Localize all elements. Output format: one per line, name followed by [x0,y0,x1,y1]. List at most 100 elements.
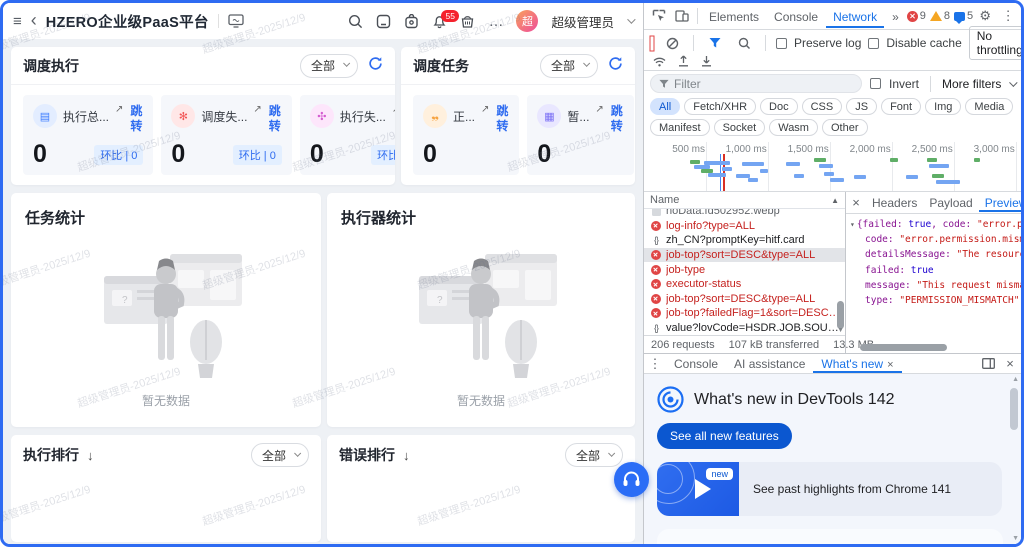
tab-console[interactable]: Console [767,5,825,28]
inspect-element-icon[interactable] [648,6,670,26]
chip-fetch-xhr[interactable]: Fetch/XHR [684,98,756,115]
user-menu-chevron-icon[interactable] [627,15,635,23]
drawer-tab-whats-new[interactable]: What's new× [813,354,901,373]
close-tab-icon[interactable]: × [887,359,893,371]
chip-manifest[interactable]: Manifest [650,119,710,136]
scroll-down-icon[interactable]: ▼ [1012,535,1019,542]
assistant-float-button[interactable] [614,462,649,497]
past-highlights-card[interactable]: new See past highlights from Chrome 141 [657,462,1002,516]
scroll-down-icon[interactable]: ▼ [837,327,844,334]
device-toolbar-icon[interactable] [671,6,693,26]
tab-network[interactable]: Network [826,5,884,28]
scope-select[interactable]: 全部 [251,443,309,467]
hamburger-menu-icon[interactable]: ≡ [13,14,22,29]
request-row[interactable]: {} zh_CN?promptKey=hitf.card [644,233,845,248]
request-row-selected[interactable]: job-top?sort=DESC&type=ALL [644,248,845,263]
more-actions-icon[interactable]: … [488,14,503,29]
chip-all[interactable]: All [650,98,680,115]
tab-headers[interactable]: Headers [866,193,923,212]
network-conditions-icon[interactable] [653,54,666,72]
request-row[interactable]: {} value?lovCode=HSDR.JOB.SOURCE.TYPE [644,321,845,335]
close-drawer-icon[interactable]: × [999,354,1021,374]
sort-down-icon[interactable]: ↓ [87,448,94,463]
drawer-tab-console[interactable]: Console [666,354,726,373]
disable-cache-checkbox[interactable] [868,38,879,49]
error-count[interactable]: 9 [907,10,926,22]
jump-link[interactable]: 跳转 [495,104,509,134]
drawer-scrollbar[interactable]: ▲ ▼ [1010,378,1019,540]
scope-select[interactable]: 全部 [300,54,358,78]
close-devtools-icon[interactable]: × [1020,6,1024,26]
back-chevron-icon[interactable]: ‹ [31,11,37,29]
search-network-icon[interactable] [733,33,755,53]
drawer-scroll-thumb[interactable] [1010,388,1018,430]
drawer-tab-bar: ⋮ Console AI assistance What's new× × [644,354,1021,374]
jump-link[interactable]: 跳转 [129,104,143,134]
filter-funnel-icon[interactable] [704,33,726,53]
request-row[interactable]: noData.fd502952.webp [644,209,845,219]
more-tabs-icon[interactable]: » [885,5,906,28]
throttling-select[interactable]: No throttling [969,26,1024,60]
devtools-menu-icon[interactable]: ⋮ [997,6,1019,26]
more-filters-label[interactable]: More filters [942,77,1001,91]
chip-wasm[interactable]: Wasm [769,119,818,136]
sort-down-icon[interactable]: ↓ [403,448,410,463]
notifications-bell-icon[interactable]: 55 [432,14,447,29]
settings-gear-icon[interactable]: ⚙ [974,6,996,26]
name-column-header[interactable]: Name ▲ [644,192,845,209]
tab-preview[interactable]: Preview [979,193,1024,212]
clear-network-log-icon[interactable] [661,33,683,53]
scope-select[interactable]: 全部 [540,54,598,78]
chip-font[interactable]: Font [881,98,921,115]
stat-value: 0 [171,142,185,167]
import-har-icon[interactable] [678,54,689,72]
see-all-features-button[interactable]: See all new features [657,423,792,449]
chip-other[interactable]: Other [822,119,868,136]
json-preview[interactable]: ▾{failed: true, code: "error.permission.… [846,214,1021,353]
request-row[interactable]: job-type [644,262,845,277]
backpack-icon[interactable] [404,14,419,29]
json-root-line[interactable]: ▾{failed: true, code: "error.permission.… [850,217,1019,232]
workbench-icon[interactable] [376,14,391,29]
request-row[interactable]: job-top?failedFlag=1&sort=DESC&typ... [644,306,845,321]
scroll-up-icon[interactable]: ▲ [1012,376,1019,383]
feature-article-link[interactable]: Full stack trace AI agent in Performance… [671,542,956,544]
chip-doc[interactable]: Doc [760,98,798,115]
chip-css[interactable]: CSS [802,98,843,115]
close-detail-icon[interactable]: × [846,193,866,213]
chip-media[interactable]: Media [965,98,1013,115]
search-icon[interactable] [348,14,363,29]
chip-img[interactable]: Img [925,98,961,115]
drawer-tab-ai-assistance[interactable]: AI assistance [726,354,813,373]
jump-link[interactable]: 跳转 [610,104,624,134]
request-list-scrollbar[interactable] [837,301,844,329]
request-row[interactable]: log-info?type=ALL [644,219,845,234]
network-overview-timeline[interactable]: 500 ms 1,000 ms 1,500 ms 2,000 ms 2,500 … [644,142,1021,192]
drawer-menu-icon[interactable]: ⋮ [644,354,666,374]
tab-payload[interactable]: Payload [923,193,978,212]
chip-socket[interactable]: Socket [714,119,766,136]
issue-badges: 9 8 5 [907,10,973,22]
preview-hscrollbar[interactable] [856,344,1011,351]
preserve-log-checkbox[interactable] [776,38,787,49]
scope-select[interactable]: 全部 [565,443,623,467]
request-row[interactable]: job-top?sort=DESC&type=ALL [644,292,845,307]
stat-label: 暂... [567,108,589,125]
filter-input[interactable] [674,77,834,91]
split-panel-icon[interactable] [977,354,999,374]
basket-icon[interactable] [460,14,475,29]
invert-checkbox[interactable] [870,78,881,89]
user-avatar[interactable]: 超 [516,10,538,32]
jump-link[interactable]: 跳转 [268,104,282,134]
issues-count[interactable]: 5 [954,10,973,22]
warning-count[interactable]: 8 [930,10,950,22]
timeline-tick: 1,000 ms [726,144,767,155]
refresh-icon[interactable] [368,56,383,76]
request-row[interactable]: executor-status [644,277,845,292]
refresh-icon[interactable] [608,56,623,76]
tab-elements[interactable]: Elements [702,5,766,28]
monitor-icon[interactable] [228,14,244,28]
export-har-icon[interactable] [701,54,712,72]
chip-js[interactable]: JS [846,98,877,115]
expander-icon[interactable]: ▾ [850,220,855,229]
